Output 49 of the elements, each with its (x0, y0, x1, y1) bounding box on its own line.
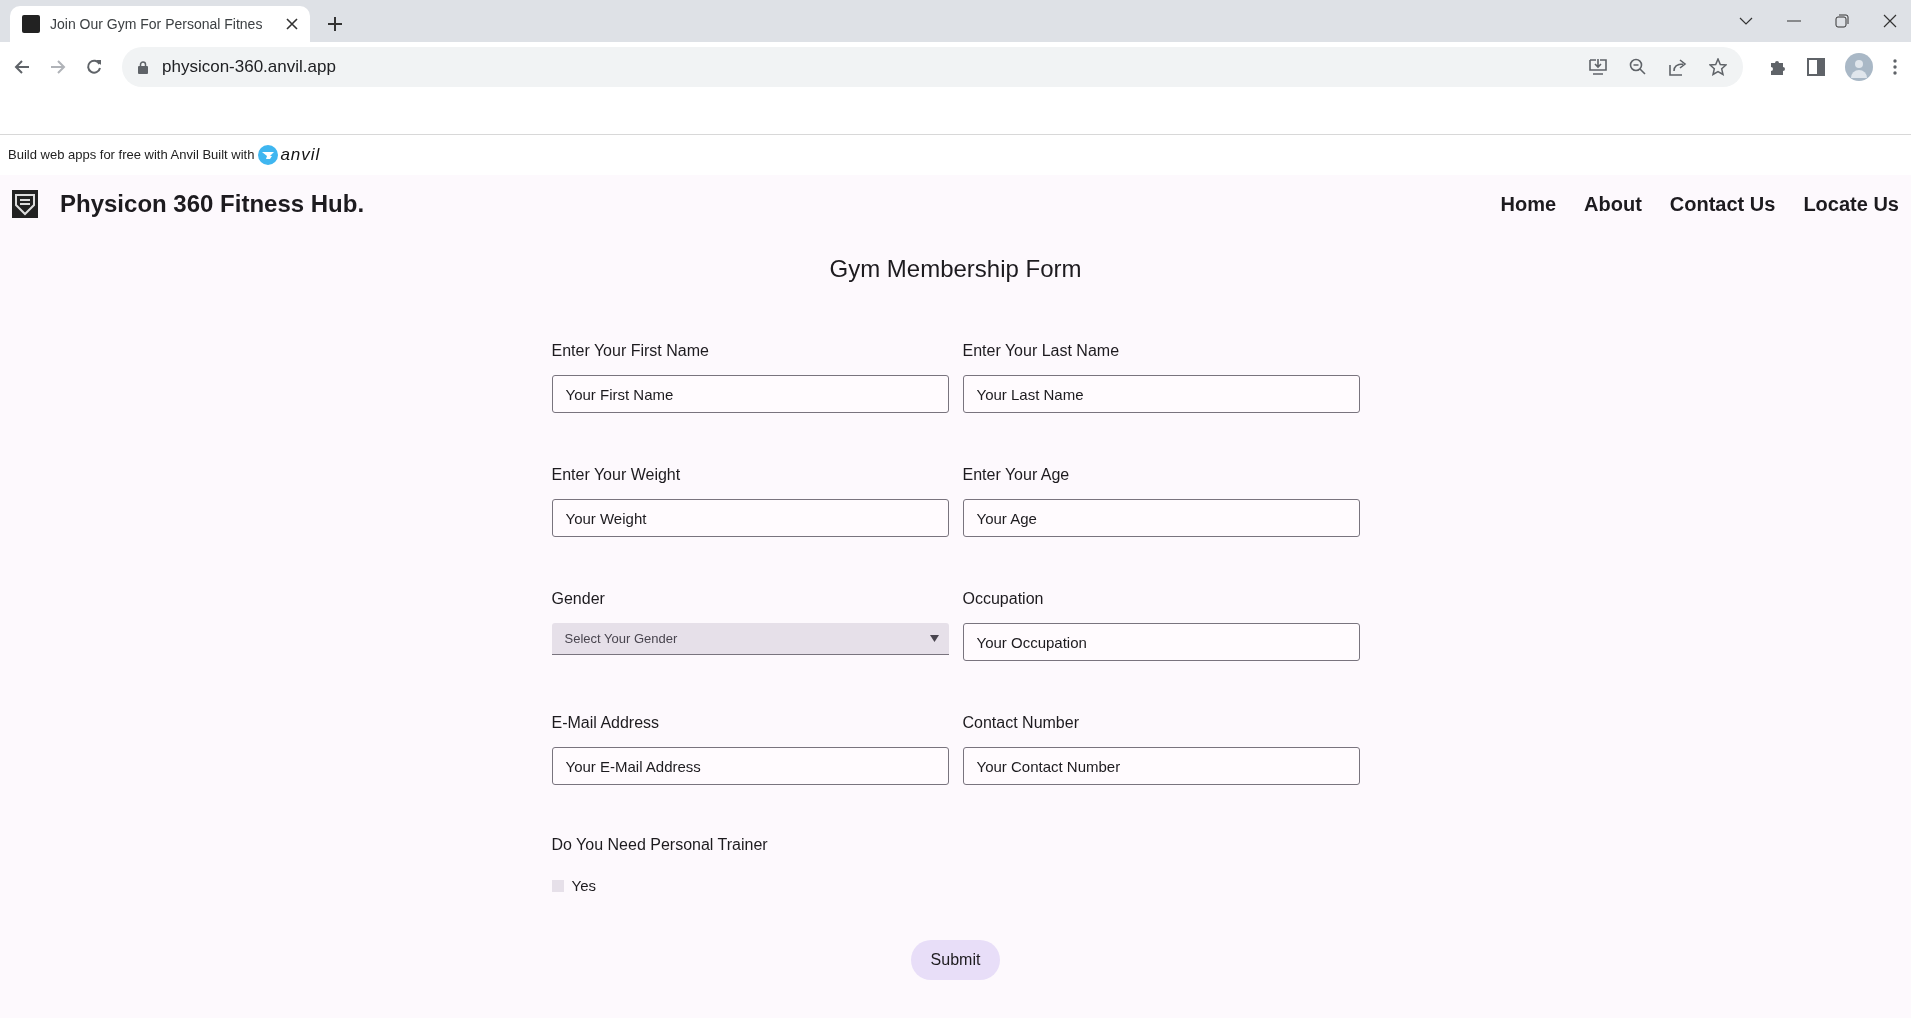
star-icon[interactable] (1709, 58, 1727, 76)
field-label: E-Mail Address (551, 713, 661, 733)
nav-link[interactable]: Contact Us (1669, 189, 1776, 219)
address-bar[interactable]: physicon-360.anvil.app (122, 47, 1743, 87)
text-field[interactable]: Your Occupation (962, 623, 1360, 661)
banner-text: Build web apps for free with Anvil Built with (8, 146, 255, 165)
favicon-icon (22, 15, 40, 33)
gender-dropdown[interactable]: Select Your Gender (551, 623, 949, 655)
text-field[interactable]: Your Age (962, 499, 1360, 537)
submit-button[interactable]: Submit (910, 939, 1001, 980)
nav-link[interactable]: Locate Us (1803, 189, 1899, 219)
app-title: Physicon 360 Fitness Hub. (60, 189, 365, 219)
nav-link[interactable]: Home (1500, 189, 1557, 219)
new-tab-icon[interactable] (328, 17, 342, 31)
more-options-icon[interactable] (1893, 59, 1897, 75)
field-label: Occupation (962, 589, 1045, 609)
chevron-down-icon[interactable] (1739, 17, 1753, 25)
field-label: Enter Your First Name (551, 341, 710, 361)
restore-icon[interactable] (1835, 14, 1849, 28)
text-field[interactable]: Your Weight (551, 499, 949, 537)
caret-icon (929, 635, 939, 642)
side-panel-icon[interactable] (1807, 58, 1825, 76)
form-title: Gym Membership Form (828, 254, 1083, 284)
text-field[interactable]: Your First Name (551, 375, 949, 413)
field-label: Do You Need Personal Trainer (551, 835, 769, 855)
checkbox-label: Yes (571, 876, 596, 896)
browser-tab[interactable]: Join Our Gym For Personal Fitnes (10, 6, 310, 42)
zoom-out-icon[interactable] (1629, 58, 1647, 76)
puzzle-piece-icon[interactable] (1769, 58, 1787, 76)
text-field[interactable]: Your Last Name (962, 375, 1360, 413)
field-label: Enter Your Weight (551, 465, 682, 485)
gym-logo-icon (12, 190, 38, 218)
text-field[interactable]: Your Contact Number (962, 747, 1360, 785)
close-icon[interactable] (286, 18, 298, 30)
field-label: Contact Number (962, 713, 1080, 733)
reload-icon[interactable] (86, 59, 102, 75)
field-label: Gender (551, 589, 606, 609)
nav-link[interactable]: About (1584, 189, 1642, 219)
checkbox[interactable] (551, 880, 564, 893)
anvil-logo[interactable]: anvil (258, 142, 321, 168)
text-field[interactable]: Your E-Mail Address (551, 747, 949, 785)
field-label: Enter Your Last Name (962, 341, 1121, 361)
lock-icon (138, 60, 148, 74)
back-arrow-icon[interactable] (14, 59, 30, 75)
install-icon[interactable] (1589, 58, 1607, 76)
field-label: Enter Your Age (962, 465, 1071, 485)
share-icon[interactable] (1669, 58, 1687, 76)
tab-title: Join Our Gym For Personal Fitnes (50, 14, 264, 34)
close-window-icon[interactable] (1883, 14, 1897, 28)
